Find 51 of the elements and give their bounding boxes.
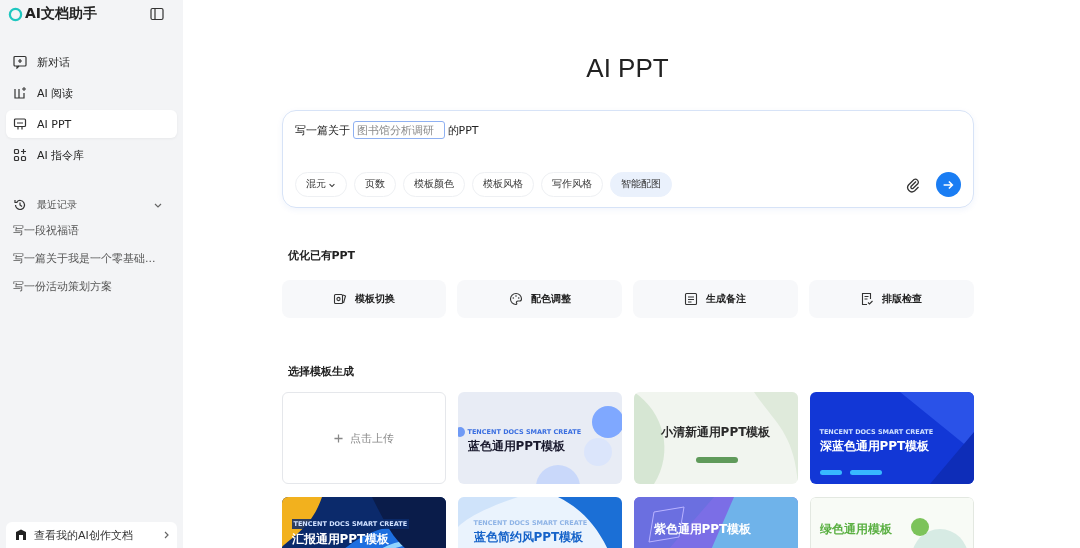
- template-title: 深蓝色通用PPT模板: [819, 438, 931, 455]
- history-item[interactable]: 写一篇关于我是一个零基础...: [6, 245, 177, 273]
- template-card[interactable]: 小清新通用PPT模板: [633, 392, 798, 484]
- template-title: 小清新通用PPT模板: [659, 424, 772, 441]
- chat-plus-icon: [13, 55, 27, 69]
- history-item[interactable]: 写一份活动策划方案: [6, 273, 177, 301]
- topic-field[interactable]: 图书馆分析调研: [352, 121, 445, 139]
- template-title: 蓝色通用PPT模板: [467, 438, 567, 455]
- app-title: AI文档助手: [25, 5, 98, 23]
- nav-item[interactable]: AI 阅读: [6, 79, 177, 107]
- plus-icon: [333, 433, 343, 443]
- my-documents-link[interactable]: 查看我的AI创作文档: [6, 522, 177, 548]
- page-title: AI PPT: [585, 52, 670, 84]
- section-title: 选择模板生成: [287, 364, 355, 378]
- option-chip[interactable]: 页数: [353, 172, 396, 197]
- tool-card[interactable]: 生成备注: [633, 280, 798, 318]
- checklist-icon: [860, 292, 875, 306]
- tool-card[interactable]: 模板切换: [281, 280, 447, 318]
- book-sparkle-icon: [13, 86, 27, 100]
- attach-icon[interactable]: [904, 176, 921, 193]
- upload-card[interactable]: 点击上传: [281, 392, 446, 484]
- logo-icon: [8, 6, 23, 22]
- send-button[interactable]: [935, 172, 961, 197]
- option-chip[interactable]: 模板颜色: [402, 172, 465, 197]
- sidebar-toggle-icon[interactable]: [150, 7, 164, 21]
- option-chip[interactable]: 智能配图: [609, 172, 672, 197]
- presentation-icon: [13, 117, 27, 131]
- tool-card[interactable]: 排版检查: [808, 280, 974, 318]
- palette-icon: [508, 292, 523, 306]
- template-title: 汇报通用PPT模板: [291, 531, 391, 548]
- history-item[interactable]: 写一段祝福语: [6, 217, 177, 245]
- nav-item[interactable]: 新对话: [6, 48, 177, 76]
- document-lines-icon: [684, 292, 699, 306]
- tool-card[interactable]: 配色调整: [457, 280, 622, 318]
- nav-item[interactable]: AI 指令库: [6, 141, 177, 169]
- blocks-icon: [13, 148, 27, 162]
- history-icon: [13, 198, 27, 212]
- option-chip[interactable]: 混元: [294, 172, 347, 197]
- image-card-icon: [332, 292, 347, 306]
- section-title: 优化已有PPT: [287, 248, 357, 262]
- prompt-box[interactable]: 写一篇关于 图书馆分析调研 的PPT 混元 页数 模板颜色 模板风格 写作风格 智能配图: [281, 110, 974, 208]
- template-card[interactable]: 紫色通用PPT模板: [633, 497, 798, 548]
- option-chip[interactable]: 写作风格: [540, 172, 603, 197]
- template-title: 蓝色简约风PPT模板: [473, 529, 585, 546]
- history-header[interactable]: 最近记录: [6, 193, 177, 217]
- option-chip[interactable]: 模板风格: [471, 172, 534, 197]
- template-title: 紫色通用PPT模板: [653, 521, 752, 538]
- nav-item[interactable]: AI PPT: [6, 110, 177, 138]
- prompt-text: 的PPT: [447, 122, 479, 138]
- prompt-text: 写一篇关于: [294, 122, 350, 138]
- template-title: 绿色通用模板: [819, 521, 892, 538]
